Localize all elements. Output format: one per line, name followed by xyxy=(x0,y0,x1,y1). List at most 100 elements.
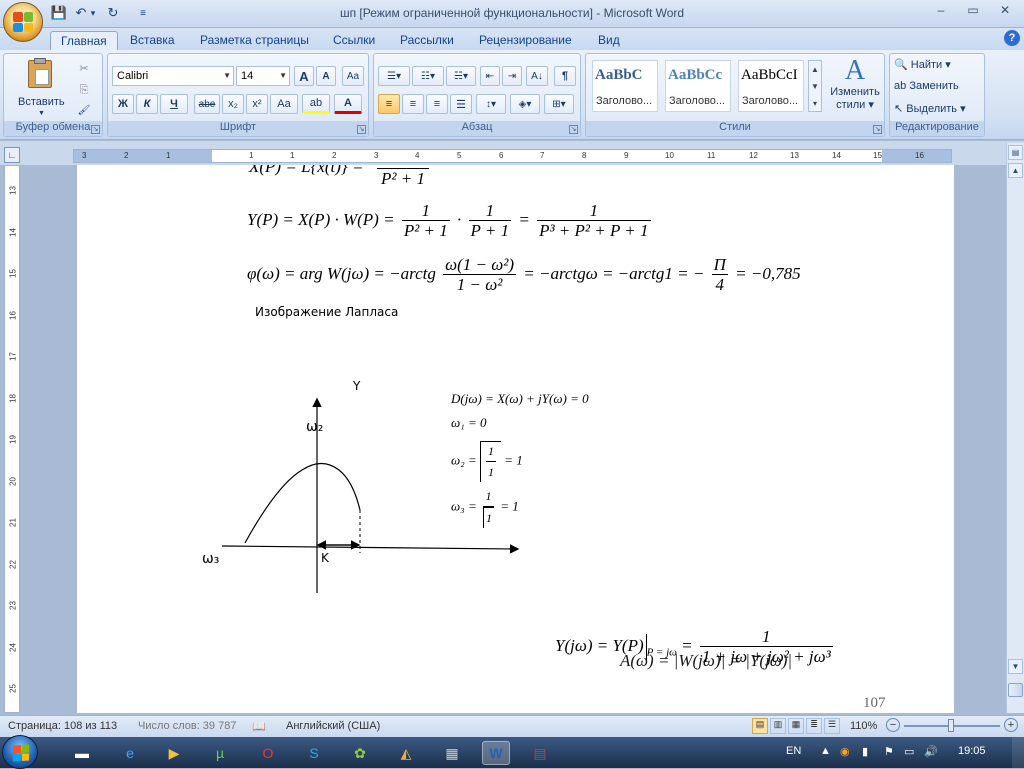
scroll-up-icon[interactable]: ▲ xyxy=(1008,163,1023,178)
winrar-icon[interactable]: ▤ xyxy=(526,741,554,765)
numbering-icon[interactable]: ☷▾ xyxy=(412,66,444,86)
language-indicator[interactable]: EN xyxy=(786,745,801,757)
underline-button[interactable]: Ч xyxy=(160,94,188,114)
copy-icon[interactable]: ⎘ xyxy=(74,80,94,100)
subscript-button[interactable]: x₂ xyxy=(222,94,244,114)
shading-icon[interactable]: ◈▾ xyxy=(510,94,540,114)
zoom-out-icon[interactable]: − xyxy=(886,718,900,732)
tab-home[interactable]: Главная xyxy=(50,31,118,51)
styles-launcher-icon[interactable]: ↘ xyxy=(873,125,882,134)
tray-monitor-icon[interactable]: ▭ xyxy=(904,745,914,758)
font-launcher-icon[interactable]: ↘ xyxy=(357,125,366,134)
style-heading-3[interactable]: AaBbCcI Заголово... xyxy=(738,60,804,112)
format-painter-icon[interactable]: 🖌 xyxy=(74,100,94,120)
outline-icon[interactable]: ≣ xyxy=(806,718,822,734)
skype-icon[interactable]: S xyxy=(300,741,328,765)
font-color-button[interactable]: A xyxy=(334,94,362,114)
page-count-status[interactable]: Страница: 108 из 113 xyxy=(8,720,117,732)
clock[interactable]: 19:05 xyxy=(958,745,986,757)
tab-selector-icon[interactable]: ∟ xyxy=(4,147,20,163)
tab-view[interactable]: Вид xyxy=(588,31,630,51)
ruler-toggle-icon[interactable]: ▤ xyxy=(1008,145,1023,160)
font-size-combo[interactable]: 14 ▼ xyxy=(236,66,290,86)
change-styles-button[interactable]: A Изменить стили ▾ xyxy=(826,56,884,120)
sort-icon[interactable]: A↓ xyxy=(526,66,548,86)
bullets-icon[interactable]: ☰▾ xyxy=(378,66,410,86)
bold-button[interactable]: Ж xyxy=(112,94,134,114)
maximize-button[interactable]: ▭ xyxy=(960,3,986,21)
tab-review[interactable]: Рецензирование xyxy=(469,31,582,51)
vertical-ruler[interactable]: 1314151617181920212223242526 xyxy=(4,165,20,713)
start-button[interactable] xyxy=(2,735,38,769)
close-button[interactable]: ✕ xyxy=(992,3,1018,21)
paste-button[interactable]: Вставить ▼ xyxy=(8,56,70,118)
scroll-thumb[interactable] xyxy=(1008,683,1023,697)
highlight-button[interactable]: ab xyxy=(302,94,330,114)
decrease-indent-icon[interactable]: ⇤ xyxy=(480,66,500,86)
tab-mailings[interactable]: Рассылки xyxy=(390,31,464,51)
line-spacing-icon[interactable]: ↕▾ xyxy=(476,94,506,114)
shrink-font-icon[interactable]: A xyxy=(316,66,336,86)
tray-flag-icon[interactable]: ⚑ xyxy=(884,745,894,758)
justify-icon[interactable]: ☰ xyxy=(450,94,472,114)
zoom-slider-thumb[interactable] xyxy=(948,719,954,732)
paste-dropdown-icon[interactable]: ▼ xyxy=(38,110,45,117)
select-button[interactable]: ↖ Выделить ▾ xyxy=(894,102,966,115)
settings-gear-icon[interactable]: ✿ xyxy=(346,741,374,765)
draft-icon[interactable]: ☰ xyxy=(824,718,840,734)
word-taskbar-icon[interactable]: W xyxy=(482,741,510,765)
find-button[interactable]: 🔍 Найти ▾ xyxy=(894,58,951,71)
italic-button[interactable]: К xyxy=(136,94,158,114)
replace-button[interactable]: ab Заменить xyxy=(894,80,959,92)
superscript-button[interactable]: x² xyxy=(246,94,268,114)
clear-format-icon[interactable]: Aa xyxy=(342,66,364,86)
tray-expand-icon[interactable]: ▲ xyxy=(820,745,831,757)
print-layout-icon[interactable]: ▤ xyxy=(752,718,768,734)
word-count-status[interactable]: Число слов: 39 787 xyxy=(138,720,236,732)
tab-insert[interactable]: Вставка xyxy=(120,31,185,51)
align-right-icon[interactable]: ≡ xyxy=(426,94,448,114)
tab-page-layout[interactable]: Разметка страницы xyxy=(190,31,319,51)
increase-indent-icon[interactable]: ⇥ xyxy=(502,66,522,86)
align-center-icon[interactable]: ≡ xyxy=(402,94,424,114)
internet-explorer-icon[interactable]: e xyxy=(116,741,144,765)
web-layout-icon[interactable]: ▦ xyxy=(788,718,804,734)
scroll-down-icon[interactable]: ▼ xyxy=(1008,659,1023,674)
language-status[interactable]: Английский (США) xyxy=(286,720,380,732)
paragraph-launcher-icon[interactable]: ↘ xyxy=(569,125,578,134)
borders-icon[interactable]: ⊞▾ xyxy=(544,94,574,114)
opera-icon[interactable]: O xyxy=(254,741,282,765)
zoom-level[interactable]: 110% xyxy=(850,720,877,732)
style-heading-2[interactable]: AaBbCc Заголово... xyxy=(665,60,731,112)
full-screen-icon[interactable]: ▥ xyxy=(770,718,786,734)
volume-icon[interactable]: 🔊 xyxy=(924,745,938,758)
align-left-icon[interactable]: ≡ xyxy=(378,94,400,114)
app-icon[interactable]: ◭ xyxy=(392,741,420,765)
font-name-combo[interactable]: Calibri ▼ xyxy=(112,66,234,86)
pilcrow-icon[interactable]: ¶ xyxy=(554,66,576,86)
calculator-icon[interactable]: ▦ xyxy=(438,741,466,765)
zoom-in-icon[interactable]: + xyxy=(1004,718,1018,732)
styles-scroll[interactable]: ▲ ▼ ▾ xyxy=(808,60,822,112)
spellcheck-icon[interactable]: 📖 xyxy=(252,720,266,733)
help-icon[interactable]: ? xyxy=(1004,30,1020,46)
office-button[interactable] xyxy=(3,2,43,42)
tray-app-icon[interactable]: ◉ xyxy=(840,745,850,758)
show-desktop-icon[interactable]: ▬ xyxy=(68,741,96,765)
document-page[interactable]: X(P) = L{x(t)} = P² + 1 Y(P) = X(P) · W(… xyxy=(77,165,954,713)
explorer-folder-icon[interactable]: ▶ xyxy=(160,741,188,765)
horizontal-ruler[interactable]: 3 2 1 1 1 2 3 4 5 6 7 8 9 10 11 12 13 14 15 16 xyxy=(73,149,952,163)
style-heading-1[interactable]: AaBbC Заголово... xyxy=(592,60,658,112)
change-case-button[interactable]: Aa xyxy=(270,94,298,114)
tab-references[interactable]: Ссылки xyxy=(323,31,385,51)
show-desktop-button[interactable] xyxy=(1012,737,1024,768)
utorrent-icon[interactable]: µ xyxy=(206,741,234,765)
cut-icon[interactable]: ✂ xyxy=(74,58,94,78)
clipboard-launcher-icon[interactable]: ↘ xyxy=(91,125,100,134)
strikethrough-button[interactable]: abe xyxy=(194,94,220,114)
multilevel-list-icon[interactable]: ☵▾ xyxy=(446,66,476,86)
minimize-button[interactable]: – xyxy=(928,3,954,21)
grow-font-icon[interactable]: A xyxy=(294,66,314,86)
vertical-scrollbar[interactable]: ▤ ▲ ▼ xyxy=(1006,143,1024,713)
tray-network-icon[interactable]: ▮ xyxy=(862,745,868,758)
